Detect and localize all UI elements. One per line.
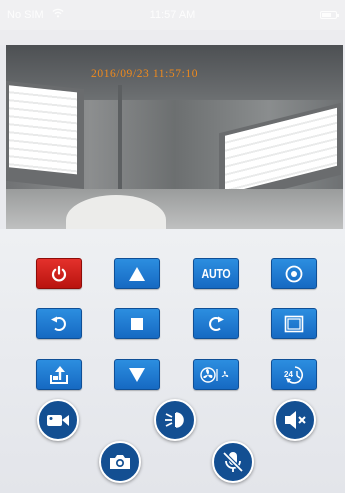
exit-button[interactable]	[36, 359, 82, 390]
snapshot-button[interactable]	[99, 441, 141, 483]
record-button[interactable]	[271, 258, 317, 289]
light-button[interactable]	[154, 399, 196, 441]
arrow-up-icon	[128, 266, 146, 282]
svg-text:24: 24	[284, 370, 293, 379]
record-circle-icon	[285, 265, 303, 283]
frame-square-icon	[284, 315, 304, 333]
rotate-left-icon	[50, 315, 68, 333]
tilt-down-button[interactable]	[114, 359, 160, 390]
rotate-right-icon	[207, 315, 225, 333]
light-beam-icon	[163, 408, 187, 432]
speaker-mute-icon	[283, 409, 307, 431]
tilt-up-button[interactable]	[114, 258, 160, 289]
auto-button[interactable]: AUTO	[193, 258, 239, 289]
power-button[interactable]	[36, 258, 82, 289]
microphone-button[interactable]	[212, 441, 254, 483]
video-timestamp: 2016/09/23 11:57:10	[91, 68, 199, 80]
frame-button[interactable]	[271, 308, 317, 339]
video-record-button[interactable]	[37, 399, 79, 441]
window-left	[6, 80, 84, 190]
stop-square-icon	[129, 316, 145, 332]
auto-label: AUTO	[201, 266, 231, 281]
stop-button[interactable]	[114, 308, 160, 339]
timer-24h-icon: 24	[283, 365, 305, 385]
rotate-left-button[interactable]	[36, 308, 82, 339]
fan-speed-icon	[200, 366, 232, 384]
battery-icon	[320, 11, 339, 19]
mic-mute-icon	[221, 450, 245, 474]
timer-button[interactable]: 24	[271, 359, 317, 390]
status-bar: No SIM 11:57 AM	[0, 0, 345, 30]
exit-arrow-icon	[49, 365, 69, 384]
rotate-right-button[interactable]	[193, 308, 239, 339]
power-icon	[50, 265, 68, 283]
arrow-down-icon	[128, 367, 146, 383]
status-time: 11:57 AM	[149, 9, 196, 21]
photo-camera-icon	[108, 453, 132, 471]
fan-speed-button[interactable]	[193, 359, 239, 390]
video-camera-icon	[46, 412, 70, 428]
speaker-button[interactable]	[274, 399, 316, 441]
camera-feed: 2016/09/23 11:57:10	[6, 45, 343, 229]
header-spacer	[0, 30, 345, 45]
